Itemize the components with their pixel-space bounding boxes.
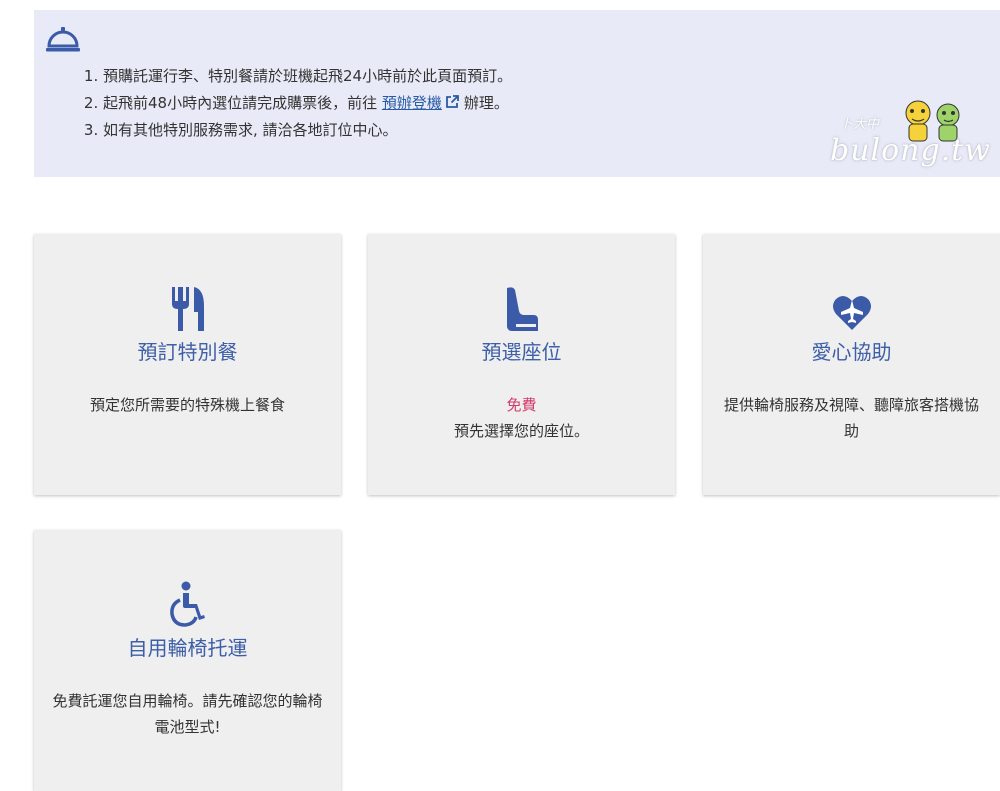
card-description: 提供輪椅服務及視障、聽障旅客搭機協助: [723, 396, 979, 440]
card-title: 預訂特別餐: [137, 340, 238, 364]
watermark-small-text: 卜大中: [840, 117, 880, 132]
watermark: 卜大中 bulong.tw: [830, 95, 990, 175]
card-description: 預先選擇您的座位。: [453, 422, 589, 440]
service-bell-icon: [46, 27, 80, 52]
notice-item-2: 起飛前48小時內選位請完成購票後，前往 預辦登機 辦理。: [103, 90, 512, 117]
card-description-block: 免費 預先選擇您的座位。: [382, 392, 661, 444]
card-special-assistance[interactable]: 愛心協助 提供輪椅服務及視障、聽障旅客搭機協助: [703, 234, 1000, 495]
card-seat-selection[interactable]: 預選座位 免費 預先選擇您的座位。: [368, 234, 675, 495]
external-link-icon[interactable]: [444, 94, 460, 110]
card-description: 免費託運您自用輪椅。請先確認您的輪椅電池型式!: [52, 692, 323, 736]
free-label: 免費: [506, 396, 537, 414]
airplane-seat-icon: [506, 287, 538, 331]
card-title: 自用輪椅托運: [127, 636, 248, 660]
card-own-wheelchair[interactable]: 自用輪椅托運 免費託運您自用輪椅。請先確認您的輪椅電池型式!: [34, 530, 341, 791]
card-description: 預定您所需要的特殊機上餐食: [89, 396, 285, 414]
heart-plane-icon: [832, 295, 871, 330]
web-checkin-link[interactable]: 預辦登機: [382, 94, 442, 112]
notice-panel: 預購託運行李、特別餐請於班機起飛24小時前於此頁面預訂。 起飛前48小時內選位請…: [34, 10, 1000, 177]
card-title: 預選座位: [481, 340, 562, 364]
watermark-text: bulong.tw: [830, 133, 991, 168]
notice-item-3: 如有其他特別服務需求, 請洽各地訂位中心。: [103, 117, 512, 144]
wheelchair-icon: [169, 581, 205, 627]
notice-list: 預購託運行李、特別餐請於班機起飛24小時前於此頁面預訂。 起飛前48小時內選位請…: [82, 63, 512, 144]
utensils-icon: [171, 287, 204, 331]
card-title: 愛心協助: [811, 340, 892, 364]
card-special-meal[interactable]: 預訂特別餐 預定您所需要的特殊機上餐食: [34, 234, 341, 495]
notice-item-1: 預購託運行李、特別餐請於班機起飛24小時前於此頁面預訂。: [103, 63, 512, 90]
